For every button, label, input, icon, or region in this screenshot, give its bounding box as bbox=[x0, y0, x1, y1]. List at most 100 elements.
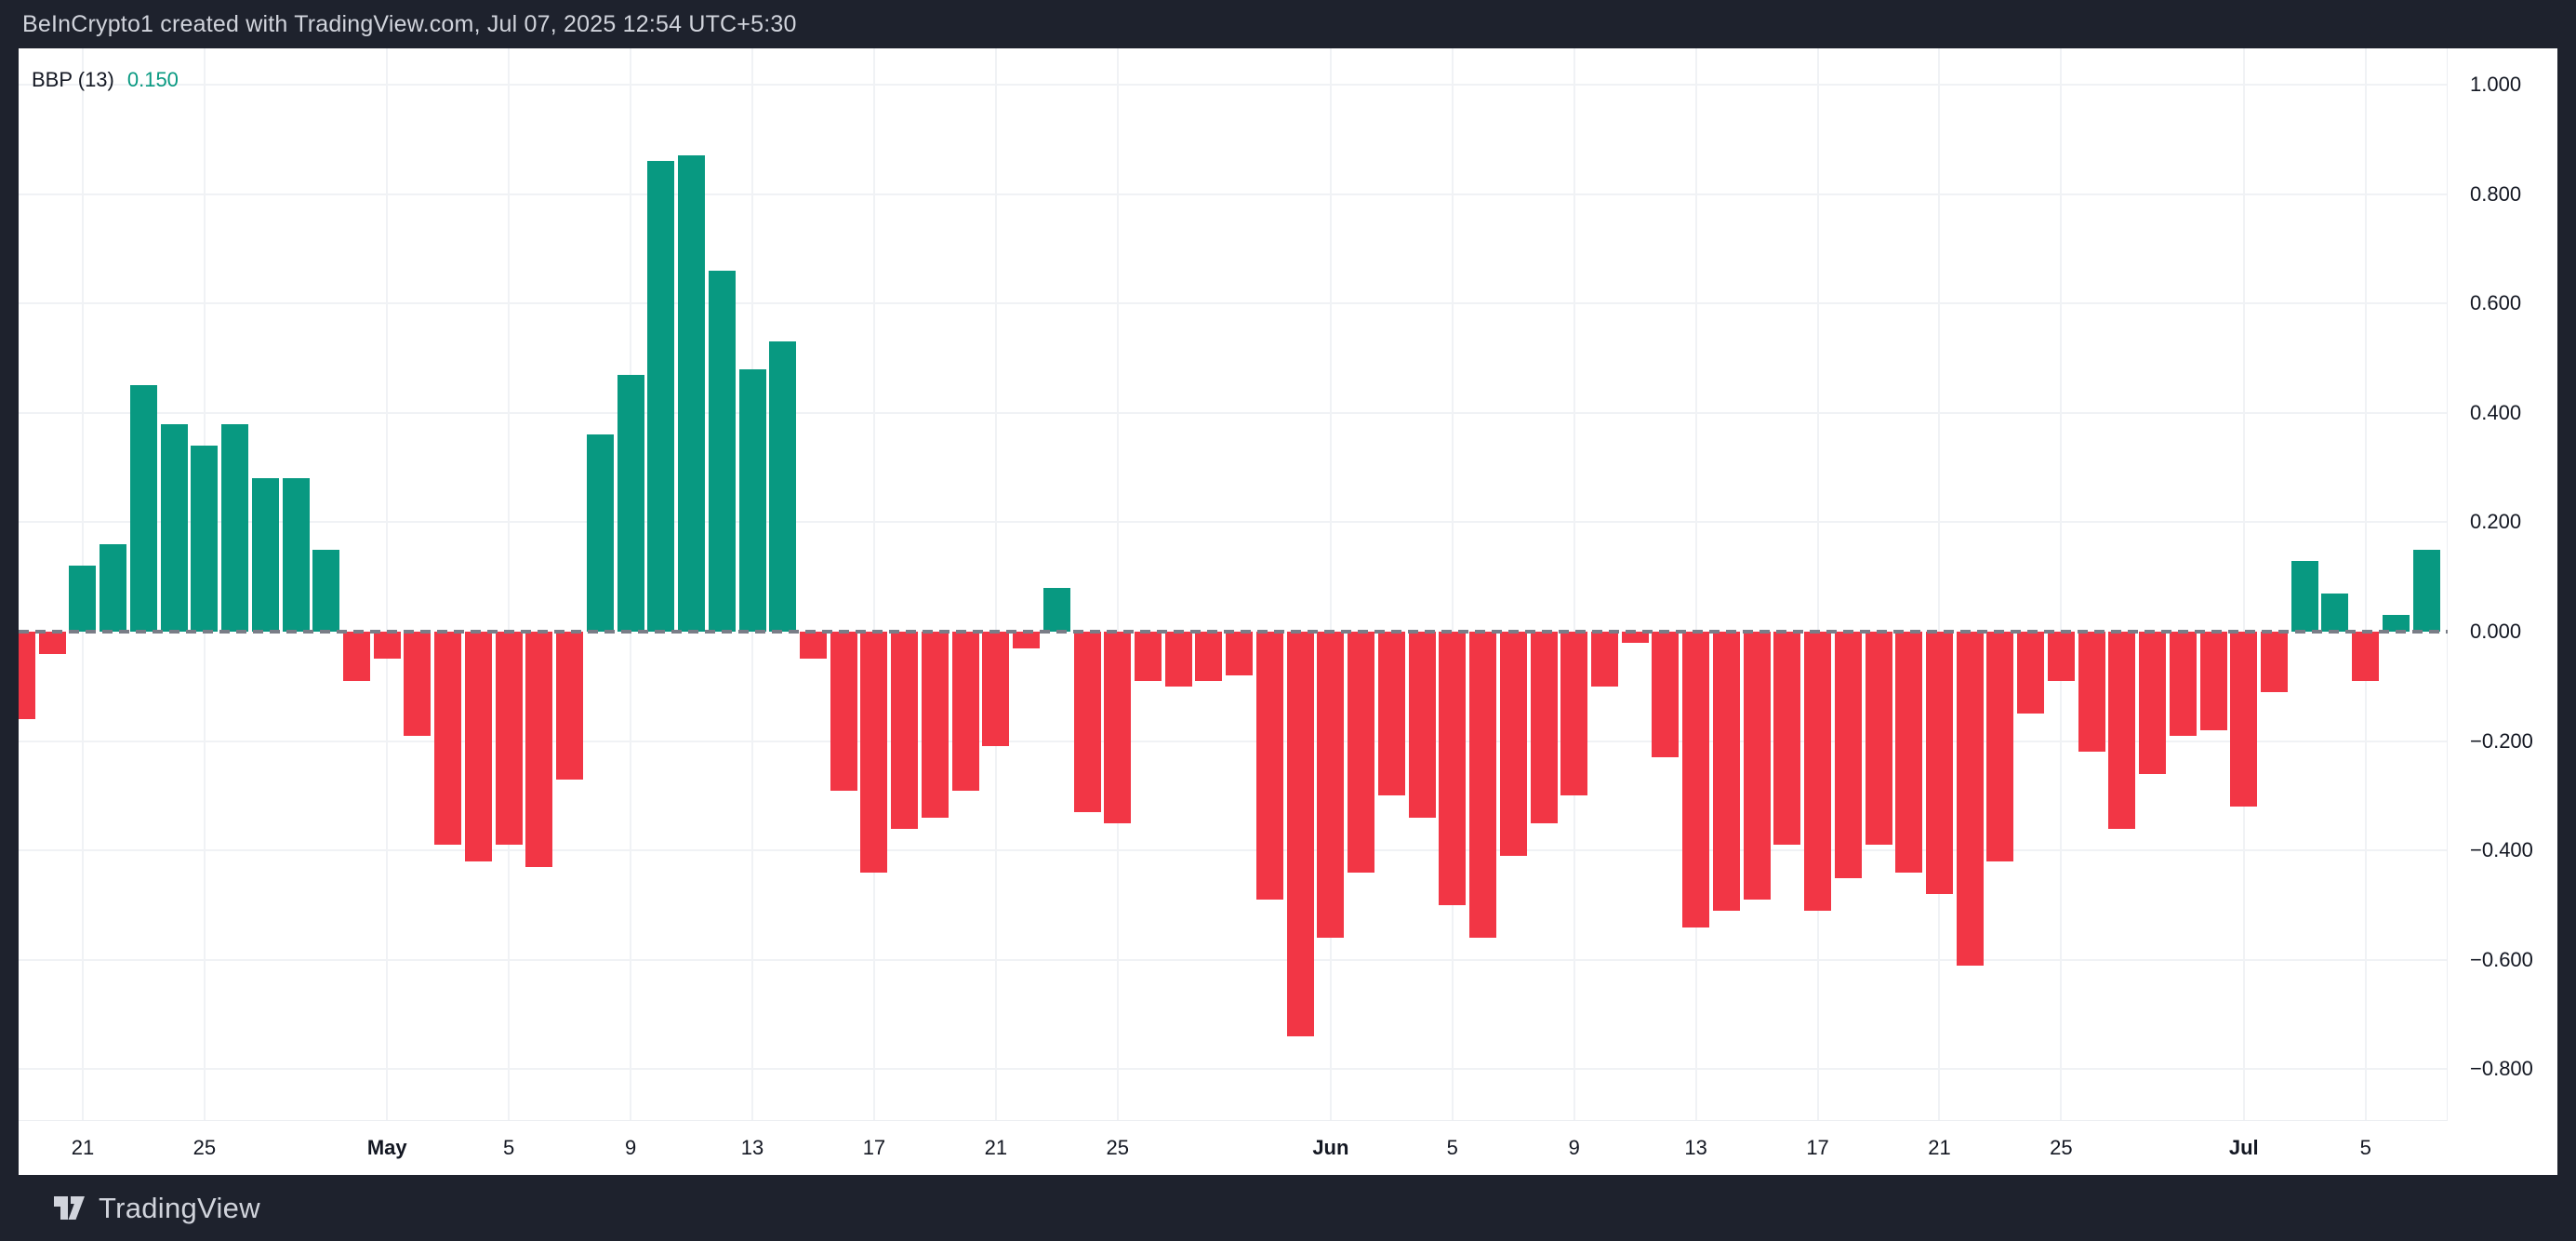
bbp-bar[interactable] bbox=[1256, 632, 1283, 900]
bbp-bar[interactable] bbox=[1652, 632, 1679, 757]
bbp-bar[interactable] bbox=[2200, 632, 2227, 730]
bbp-bar[interactable] bbox=[69, 566, 96, 632]
price-axis-label: −0.400 bbox=[2470, 840, 2533, 861]
time-axis-label: 9 bbox=[625, 1138, 636, 1158]
plot-area[interactable] bbox=[19, 48, 2448, 1121]
bbp-bar[interactable] bbox=[709, 271, 736, 632]
tradingview-brand-label: TradingView bbox=[99, 1192, 260, 1225]
bbp-bar[interactable] bbox=[525, 632, 552, 867]
bbp-bar[interactable] bbox=[1986, 632, 2013, 861]
bbp-bar[interactable] bbox=[1013, 632, 1040, 648]
bbp-bar[interactable] bbox=[2352, 632, 2379, 681]
bbp-bar[interactable] bbox=[891, 632, 918, 829]
bbp-bar[interactable] bbox=[1165, 632, 1192, 687]
footer-bar: TradingView bbox=[0, 1175, 2576, 1241]
bbp-bar[interactable] bbox=[587, 434, 614, 632]
bbp-bar[interactable] bbox=[1195, 632, 1222, 681]
bbp-bar[interactable] bbox=[1804, 632, 1831, 911]
bbp-bar[interactable] bbox=[678, 155, 705, 632]
time-axis-label: 13 bbox=[1684, 1138, 1706, 1158]
bbp-bar[interactable] bbox=[221, 424, 248, 632]
zero-line bbox=[19, 630, 2448, 634]
bbp-bar[interactable] bbox=[2261, 632, 2288, 692]
indicator-legend[interactable]: BBP (13) 0.150 bbox=[32, 69, 179, 91]
bbp-bar[interactable] bbox=[100, 544, 126, 632]
price-axis-label: −0.800 bbox=[2470, 1059, 2533, 1079]
bbp-bar[interactable] bbox=[1957, 632, 1984, 966]
bbp-bar[interactable] bbox=[374, 632, 401, 659]
watermark-title: BeInCrypto1 created with TradingView.com… bbox=[0, 11, 797, 38]
bbp-bar[interactable] bbox=[1531, 632, 1558, 823]
bbp-bar[interactable] bbox=[1043, 588, 1070, 632]
bbp-bar[interactable] bbox=[19, 632, 35, 719]
time-axis-label: 9 bbox=[1569, 1138, 1580, 1158]
horizontal-gridline bbox=[19, 302, 2448, 304]
bbp-bar[interactable] bbox=[1560, 632, 1587, 795]
bbp-bar[interactable] bbox=[952, 632, 979, 791]
bbp-bar[interactable] bbox=[1135, 632, 1162, 681]
time-axis[interactable]: 2125May5913172125Jun5913172125Jul5 bbox=[19, 1120, 2448, 1175]
bbp-bar[interactable] bbox=[39, 632, 66, 654]
bbp-bar[interactable] bbox=[1104, 632, 1131, 823]
bbp-bar[interactable] bbox=[1895, 632, 1922, 873]
bbp-bar[interactable] bbox=[1713, 632, 1740, 911]
bbp-bar[interactable] bbox=[1409, 632, 1436, 818]
bbp-bar[interactable] bbox=[1226, 632, 1253, 675]
time-axis-label: 17 bbox=[863, 1138, 885, 1158]
bbp-bar[interactable] bbox=[465, 632, 492, 861]
bbp-bar[interactable] bbox=[2078, 632, 2105, 752]
bbp-bar[interactable] bbox=[1469, 632, 1496, 938]
bbp-bar[interactable] bbox=[2017, 632, 2044, 714]
bbp-bar[interactable] bbox=[1317, 632, 1344, 938]
tradingview-brand-link[interactable]: TradingView bbox=[0, 1192, 260, 1225]
time-axis-label: 5 bbox=[1447, 1138, 1458, 1158]
bbp-bar[interactable] bbox=[617, 375, 644, 632]
bbp-bar[interactable] bbox=[2413, 550, 2440, 632]
bbp-bar[interactable] bbox=[982, 632, 1009, 746]
bbp-bar[interactable] bbox=[1378, 632, 1405, 795]
bbp-bar[interactable] bbox=[739, 369, 766, 632]
bbp-bar[interactable] bbox=[1835, 632, 1862, 878]
bbp-bar[interactable] bbox=[2139, 632, 2166, 774]
bbp-bar[interactable] bbox=[647, 161, 674, 632]
bbp-bar[interactable] bbox=[1744, 632, 1771, 900]
bbp-bar[interactable] bbox=[2108, 632, 2135, 829]
bbp-bar[interactable] bbox=[860, 632, 887, 873]
bbp-bar[interactable] bbox=[283, 478, 310, 632]
time-axis-label: 25 bbox=[193, 1138, 216, 1158]
bbp-bar[interactable] bbox=[1866, 632, 1892, 845]
bbp-bar[interactable] bbox=[434, 632, 461, 845]
bbp-bar[interactable] bbox=[343, 632, 370, 681]
bbp-bar[interactable] bbox=[130, 385, 157, 632]
bbp-bar[interactable] bbox=[922, 632, 949, 818]
bbp-bar[interactable] bbox=[2170, 632, 2197, 736]
bbp-bar[interactable] bbox=[1074, 632, 1101, 812]
bbp-bar[interactable] bbox=[1591, 632, 1618, 687]
bbp-bar[interactable] bbox=[161, 424, 188, 632]
bbp-bar[interactable] bbox=[252, 478, 279, 632]
time-axis-label: 21 bbox=[72, 1138, 94, 1158]
bbp-bar[interactable] bbox=[769, 341, 796, 632]
bbp-bar[interactable] bbox=[830, 632, 857, 791]
bbp-bar[interactable] bbox=[2048, 632, 2075, 681]
bbp-bar[interactable] bbox=[2321, 594, 2348, 632]
bbp-bar[interactable] bbox=[1287, 632, 1314, 1036]
bbp-bar[interactable] bbox=[312, 550, 339, 632]
price-axis-label: −0.200 bbox=[2470, 731, 2533, 752]
bbp-bar[interactable] bbox=[556, 632, 583, 780]
bbp-bar[interactable] bbox=[191, 446, 218, 632]
bbp-bar[interactable] bbox=[800, 632, 827, 659]
chart-panel: BBP (13) 0.150 1.0000.8000.6000.4000.200… bbox=[19, 48, 2557, 1175]
bbp-bar[interactable] bbox=[1348, 632, 1374, 873]
bbp-bar[interactable] bbox=[2230, 632, 2257, 807]
bbp-bar[interactable] bbox=[1500, 632, 1527, 856]
bbp-bar[interactable] bbox=[2291, 561, 2318, 632]
price-axis-label: 0.000 bbox=[2470, 621, 2521, 642]
bbp-bar[interactable] bbox=[496, 632, 523, 845]
bbp-bar[interactable] bbox=[1682, 632, 1709, 927]
bbp-bar[interactable] bbox=[1926, 632, 1953, 894]
bbp-bar[interactable] bbox=[404, 632, 431, 736]
bbp-bar[interactable] bbox=[1773, 632, 1800, 845]
bbp-bar[interactable] bbox=[1439, 632, 1466, 905]
price-axis[interactable]: 1.0000.8000.6000.4000.2000.000−0.200−0.4… bbox=[2447, 48, 2557, 1121]
